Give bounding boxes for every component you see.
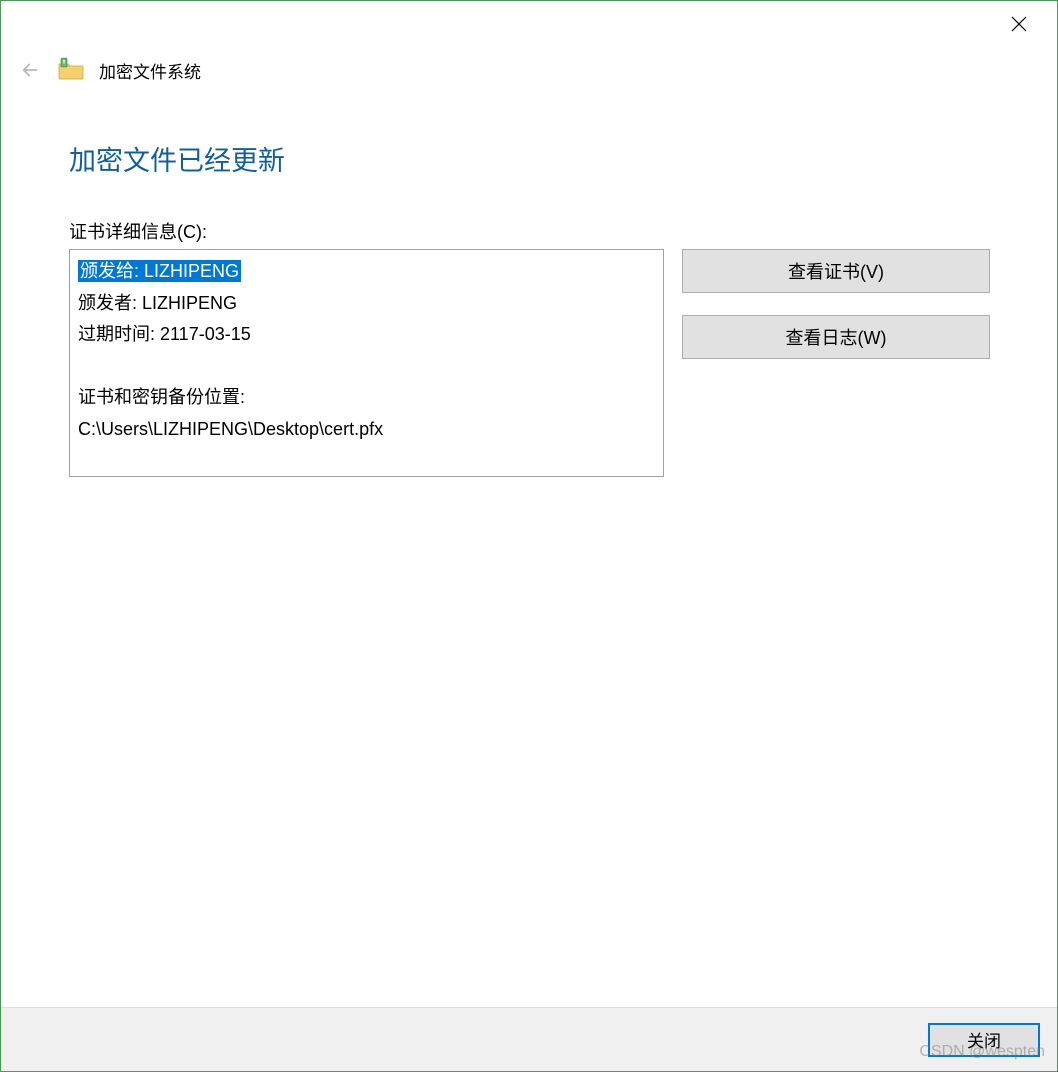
titlebar: [1, 1, 1057, 46]
footer: 关闭: [1, 1007, 1057, 1071]
efs-folder-icon: [57, 56, 85, 84]
close-button[interactable]: 关闭: [928, 1023, 1040, 1057]
page-heading: 加密文件已经更新: [69, 139, 997, 178]
side-buttons: 查看证书(V) 查看日志(W): [682, 249, 990, 359]
main-row: 颁发给: LIZHIPENG 颁发者: LIZHIPENG 过期时间: 2117…: [69, 249, 997, 477]
cert-issued-to: 颁发给: LIZHIPENG: [78, 260, 241, 282]
view-log-button[interactable]: 查看日志(W): [682, 315, 990, 359]
back-button[interactable]: [19, 58, 43, 82]
back-arrow-icon: [20, 59, 42, 81]
cert-issued-by: 颁发者: LIZHIPENG: [78, 288, 655, 320]
cert-backup-path: C:\Users\LIZHIPENG\Desktop\cert.pfx: [78, 414, 655, 446]
cert-details-label: 证书详细信息(C):: [69, 218, 997, 244]
window-title: 加密文件系统: [99, 58, 201, 83]
cert-expires: 过期时间: 2117-03-15: [78, 319, 655, 351]
cert-backup-label: 证书和密钥备份位置:: [78, 382, 655, 414]
wizard-header: 加密文件系统: [1, 46, 1057, 84]
content-area: 加密文件已经更新 证书详细信息(C): 颁发给: LIZHIPENG 颁发者: …: [1, 84, 1057, 477]
close-icon: [1011, 16, 1027, 32]
view-cert-button[interactable]: 查看证书(V): [682, 249, 990, 293]
cert-details-box[interactable]: 颁发给: LIZHIPENG 颁发者: LIZHIPENG 过期时间: 2117…: [69, 249, 664, 477]
window-close-button[interactable]: [999, 4, 1039, 44]
